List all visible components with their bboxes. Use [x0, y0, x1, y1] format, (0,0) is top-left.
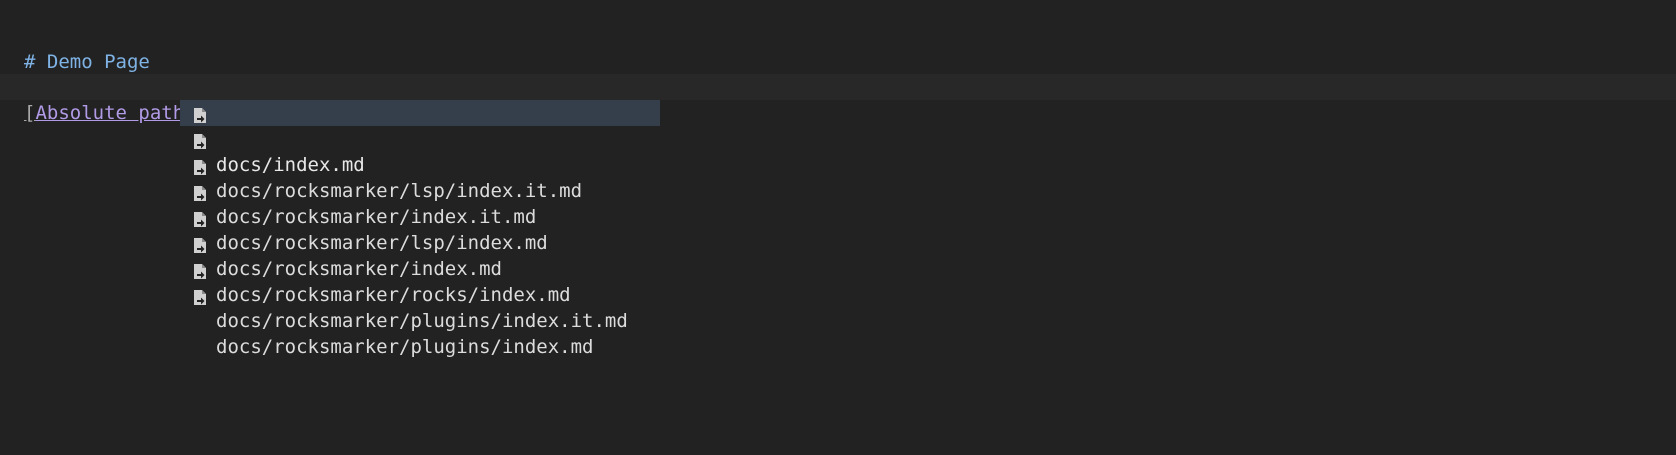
completion-item-label: docs/rocksmarker/plugins/index.md [216, 336, 594, 358]
file-link-icon [192, 209, 208, 227]
completion-item[interactable]: docs/index.md [180, 100, 660, 176]
completion-item[interactable]: docs/rocksmarker/lsp/index.md [180, 178, 660, 254]
completion-item[interactable]: docs/rocksmarker/rocks/index.md [180, 230, 660, 306]
file-link-icon [192, 235, 208, 253]
editor-line-current[interactable]: [Absolute path](index [0, 74, 1676, 124]
completion-item-label: docs/rocksmarker/plugins/index.it.md [216, 310, 628, 332]
editor-line-heading[interactable]: # Demo Page [0, 23, 1676, 73]
completion-item[interactable]: docs/rocksmarker/plugins/index.md [180, 282, 660, 358]
file-link-icon [192, 157, 208, 175]
completion-menu[interactable]: docs/index.md docs/rocksmarker/lsp/index… [180, 100, 660, 358]
completion-item[interactable]: docs/rocksmarker/index.md [180, 204, 660, 280]
completion-item[interactable]: docs/rocksmarker/plugins/index.it.md [180, 256, 660, 332]
file-link-icon [192, 183, 208, 201]
file-link-icon [192, 261, 208, 279]
file-link-icon [192, 287, 208, 305]
file-link-icon [192, 105, 208, 123]
file-link-icon [192, 131, 208, 149]
completion-item[interactable]: docs/rocksmarker/lsp/index.it.md [180, 126, 660, 202]
completion-item[interactable]: docs/rocksmarker/index.it.md [180, 152, 660, 228]
markdown-heading: # Demo Page [24, 51, 150, 73]
link-text: Absolute path [35, 102, 185, 124]
link-open-bracket: [ [24, 102, 36, 124]
